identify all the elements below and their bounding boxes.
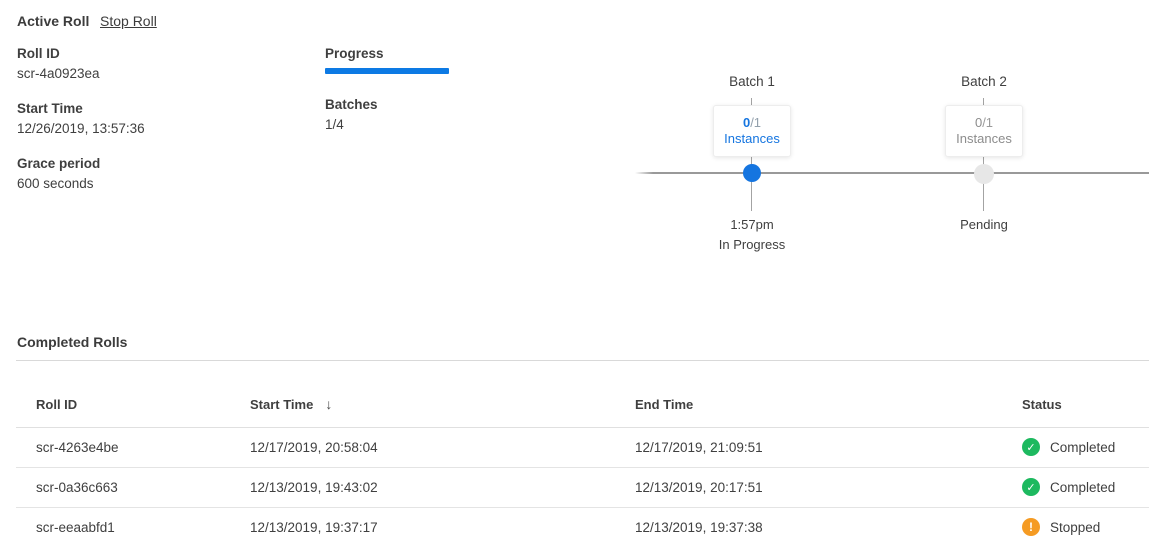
batch-1-time: 1:57pm (672, 217, 832, 232)
sort-descending-icon[interactable]: ↓ (325, 396, 332, 412)
completed-rolls-section: Completed Rolls Roll ID Start Time ↓ End … (0, 335, 1149, 545)
cell-start-time: 12/17/2019, 20:58:04 (250, 427, 635, 467)
cell-end-time: 12/17/2019, 21:09:51 (635, 427, 1022, 467)
batch-2-instances-card[interactable]: 0/1 Instances (945, 105, 1023, 157)
timeline-axis-line (635, 172, 1149, 174)
start-time-header-label: Start Time (250, 397, 313, 412)
status-cell: Completed (1022, 478, 1149, 496)
batch-1-status: In Progress (672, 237, 832, 252)
batch-2-status: Pending (904, 217, 1064, 232)
status-label: Completed (1050, 480, 1115, 495)
table-row[interactable]: scr-0a36c663 12/13/2019, 19:43:02 12/13/… (16, 467, 1149, 507)
table-row[interactable]: scr-eeaabfd1 12/13/2019, 19:37:17 12/13/… (16, 507, 1149, 545)
batch-2-timeline-dot[interactable] (974, 164, 994, 184)
batch-2-instance-count: 0/1 (946, 115, 1022, 131)
status-stopped-icon (1022, 518, 1040, 536)
batch-1-timeline-dot[interactable] (743, 164, 761, 182)
column-header-status[interactable]: Status (1022, 361, 1149, 427)
batch-1-count-total: /1 (750, 115, 761, 130)
cell-start-time: 12/13/2019, 19:37:17 (250, 507, 635, 545)
cell-roll-id: scr-eeaabfd1 (16, 507, 250, 545)
cell-end-time: 12/13/2019, 19:37:38 (635, 507, 1022, 545)
completed-rolls-table: Roll ID Start Time ↓ End Time Status scr-… (16, 361, 1149, 545)
table-row[interactable]: scr-4263e4be 12/17/2019, 20:58:04 12/17/… (16, 427, 1149, 467)
status-cell: Stopped (1022, 518, 1149, 536)
cell-end-time: 12/13/2019, 20:17:51 (635, 467, 1022, 507)
batch-1-instances-card[interactable]: 0/1 Instances (713, 105, 791, 157)
batch-1-instance-count: 0/1 (714, 115, 790, 131)
status-cell: Completed (1022, 438, 1149, 456)
completed-rolls-title: Completed Rolls (17, 335, 1149, 349)
column-header-end-time[interactable]: End Time (635, 361, 1022, 427)
batch-2-count-total: /1 (982, 115, 993, 130)
table-header-row: Roll ID Start Time ↓ End Time Status (16, 361, 1149, 427)
batch-1-instances-label: Instances (714, 131, 790, 147)
column-header-roll-id[interactable]: Roll ID (16, 361, 250, 427)
cell-start-time: 12/13/2019, 19:43:02 (250, 467, 635, 507)
active-roll-section: Active Roll Stop Roll Roll ID scr-4a0923… (0, 0, 1149, 335)
rollout-timeline: Batch 1 0/1 Instances 1:57pm In Progress… (0, 0, 1149, 280)
cell-roll-id: scr-0a36c663 (16, 467, 250, 507)
batch-2-name: Batch 2 (904, 74, 1064, 89)
status-label: Stopped (1050, 520, 1100, 535)
cell-roll-id: scr-4263e4be (16, 427, 250, 467)
batch-1-name: Batch 1 (672, 74, 832, 89)
status-completed-icon (1022, 438, 1040, 456)
column-header-start-time[interactable]: Start Time ↓ (250, 361, 635, 427)
batch-2-instances-label: Instances (946, 131, 1022, 147)
status-completed-icon (1022, 478, 1040, 496)
status-label: Completed (1050, 440, 1115, 455)
